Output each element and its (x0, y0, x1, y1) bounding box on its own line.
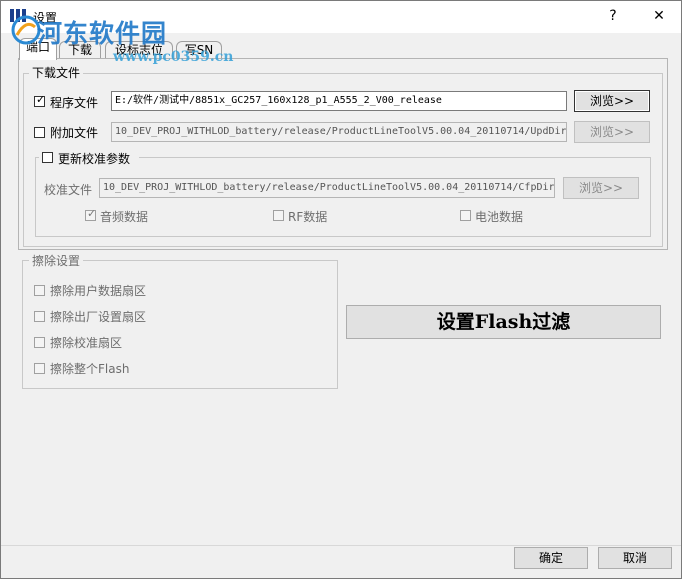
battery-data-label: 电池数据 (475, 210, 524, 224)
help-button[interactable]: ? (601, 5, 625, 27)
erase-calibration-label: 擦除校准扇区 (50, 336, 123, 350)
erase-user-data-checkbox[interactable] (34, 285, 45, 296)
cancel-button[interactable]: 取消 (598, 547, 672, 569)
extra-file-checkbox[interactable] (34, 127, 45, 138)
battery-data-checkbox[interactable] (460, 210, 471, 221)
footer-divider (1, 545, 681, 546)
update-calibration-label: 更新校准参数 (58, 152, 131, 166)
rf-data-label: RF数据 (288, 210, 328, 224)
extra-file-browse-button[interactable]: 浏览>> (574, 121, 650, 143)
erase-calibration-checkbox[interactable] (34, 337, 45, 348)
calibration-file-input[interactable]: 10_DEV_PROJ_WITHLOD_battery/release/Prod… (99, 178, 555, 198)
calibration-file-browse-button[interactable]: 浏览>> (563, 177, 639, 199)
watermark-url: www.pc0359.cn (113, 49, 234, 65)
check-mark-icon: ✓ (87, 207, 97, 220)
erase-factory-settings-label: 擦除出厂设置扇区 (50, 310, 147, 324)
erase-user-data-label: 擦除用户数据扇区 (50, 284, 147, 298)
ok-button[interactable]: 确定 (514, 547, 588, 569)
erase-entire-flash-label: 擦除整个Flash (50, 362, 130, 376)
program-file-checkbox[interactable]: ✓ (34, 93, 46, 107)
settings-dialog: 设置 ? ✕ 河东软件园 www.pc0359.cn 端口 下载 设标志位 写S… (0, 0, 682, 579)
close-button[interactable]: ✕ (647, 5, 671, 27)
extra-file-label: 附加文件 (50, 126, 99, 140)
download-group-title: 下载文件 (29, 64, 84, 81)
flash-filter-button[interactable]: 设置Flash过滤 (346, 305, 661, 339)
erase-factory-settings-checkbox[interactable] (34, 311, 45, 322)
audio-data-label: 音频数据 (100, 210, 149, 224)
calibration-file-label: 校准文件 (44, 183, 93, 197)
update-calibration-checkbox[interactable] (42, 152, 53, 163)
rf-data-checkbox[interactable] (273, 210, 284, 221)
audio-data-checkbox[interactable]: ✓ (85, 207, 97, 221)
check-mark-icon: ✓ (36, 93, 46, 106)
program-file-input[interactable]: E:/软件/测试中/8851x_GC257_160x128_p1_A555_2_… (111, 91, 567, 111)
program-file-browse-button[interactable]: 浏览>> (574, 90, 650, 112)
erase-entire-flash-checkbox[interactable] (34, 363, 45, 374)
watermark-text: 河东软件园 (37, 19, 168, 48)
erase-group-title: 擦除设置 (29, 252, 84, 269)
program-file-label: 程序文件 (50, 96, 99, 110)
extra-file-input[interactable]: 10_DEV_PROJ_WITHLOD_battery/release/Prod… (111, 122, 567, 142)
